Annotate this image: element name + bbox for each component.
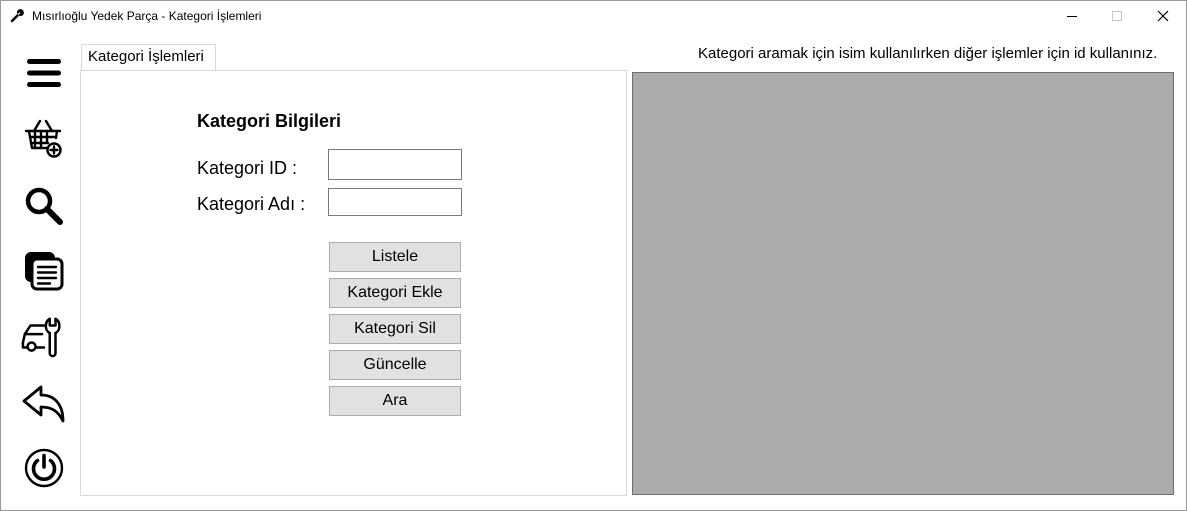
back-arrow-icon[interactable] [21, 381, 67, 427]
tab-kategori-islemleri[interactable]: Kategori İşlemleri [81, 44, 216, 70]
menu-icon[interactable] [21, 50, 67, 96]
power-icon[interactable] [21, 445, 67, 491]
list-button[interactable]: Listele [329, 242, 461, 272]
maximize-button[interactable] [1094, 1, 1140, 31]
update-button[interactable]: Güncelle [329, 350, 461, 380]
category-name-label: Kategori Adı : [197, 194, 306, 214]
minimize-button[interactable] [1049, 1, 1095, 31]
basket-add-icon[interactable] [21, 115, 67, 161]
car-wrench-icon[interactable] [21, 313, 67, 359]
search-icon[interactable] [21, 183, 67, 229]
form-heading: Kategori Bilgileri [197, 111, 342, 131]
category-id-label: Kategori ID : [197, 158, 298, 178]
usage-hint: Kategori aramak için isim kullanılırken … [698, 45, 1158, 62]
app-window: Mısırlıoğlu Yedek Parça - Kategori İşlem… [0, 0, 1187, 511]
wrench-icon [10, 9, 24, 23]
category-name-input[interactable] [328, 188, 462, 216]
category-data-grid[interactable] [632, 72, 1174, 495]
window-title: Mısırlıoğlu Yedek Parça - Kategori İşlem… [32, 9, 262, 23]
add-category-button[interactable]: Kategori Ekle [329, 278, 461, 308]
delete-category-button[interactable]: Kategori Sil [329, 314, 461, 344]
search-button[interactable]: Ara [329, 386, 461, 416]
category-id-input[interactable] [328, 149, 462, 180]
close-button[interactable] [1140, 1, 1186, 31]
title-bar[interactable]: Mısırlıoğlu Yedek Parça - Kategori İşlem… [1, 1, 1186, 31]
documents-icon[interactable] [21, 248, 67, 294]
